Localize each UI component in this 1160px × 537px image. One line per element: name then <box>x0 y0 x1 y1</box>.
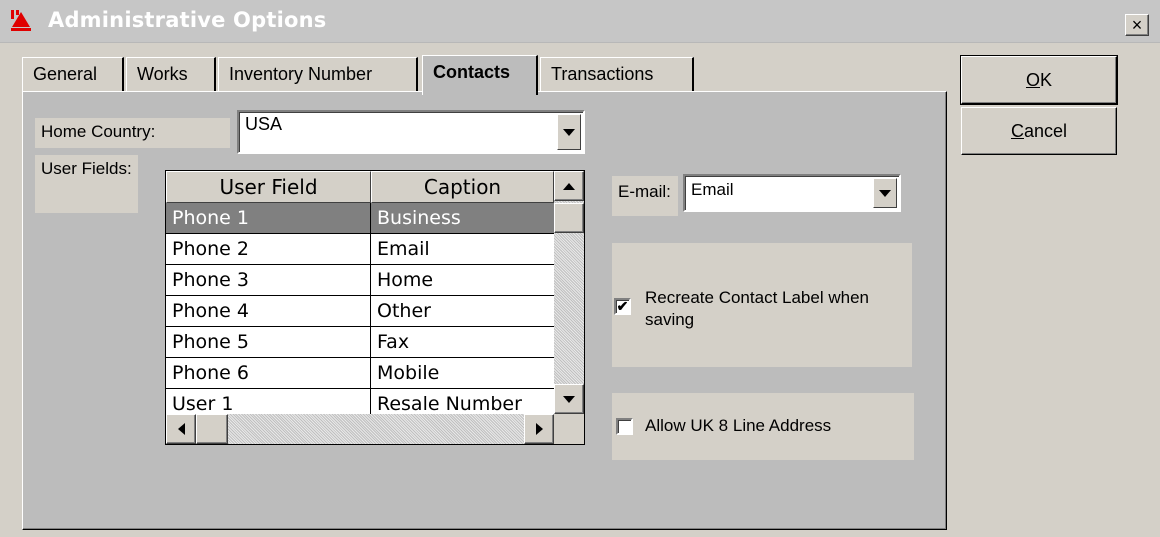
window-title: Administrative Options <box>48 8 327 32</box>
tab-works[interactable]: Works <box>126 57 216 93</box>
tab-inventory-number[interactable]: Inventory Number <box>218 57 418 93</box>
admin-options-window: Administrative Options × General Works I… <box>0 0 1160 537</box>
table-row[interactable]: Phone 2 Email <box>166 234 554 265</box>
close-icon: × <box>1131 14 1143 35</box>
email-select[interactable]: Email <box>683 174 901 212</box>
arrow-left-icon <box>177 423 185 435</box>
home-country-label: Home Country: <box>35 118 230 148</box>
recreate-label-group: ✔ Recreate Contact Label when saving <box>612 243 912 367</box>
column-header-caption[interactable]: Caption <box>371 171 554 203</box>
user-fields-label: User Fields: <box>35 155 138 213</box>
arrow-right-icon <box>535 423 543 435</box>
table-row[interactable]: Phone 6 Mobile <box>166 358 554 389</box>
close-button[interactable]: × <box>1125 14 1149 36</box>
uk-address-checkbox[interactable] <box>616 418 633 435</box>
cancel-button[interactable]: Cancel <box>961 107 1117 155</box>
table-row[interactable]: Phone 4 Other <box>166 296 554 327</box>
home-country-value: USA <box>245 114 283 134</box>
title-bar: Administrative Options × <box>0 0 1160 43</box>
recreate-label-checkbox[interactable]: ✔ <box>614 298 631 315</box>
vertical-scrollbar[interactable] <box>554 171 584 414</box>
table-row[interactable]: Phone 1 Business <box>166 203 554 234</box>
chevron-down-icon <box>879 189 891 197</box>
chevron-down-icon <box>563 128 575 136</box>
user-fields-grid[interactable]: User Field Caption Phone 1 Business Phon… <box>165 170 585 445</box>
recreate-label-text: Recreate Contact Label when saving <box>645 288 869 329</box>
horizontal-scrollbar[interactable] <box>166 414 554 444</box>
table-row[interactable]: Phone 3 Home <box>166 265 554 296</box>
email-label: E-mail: <box>612 176 678 216</box>
home-country-dropdown-button[interactable] <box>557 114 581 150</box>
table-row[interactable]: Phone 5 Fax <box>166 327 554 358</box>
vertical-scroll-thumb[interactable] <box>554 203 584 233</box>
scroll-right-button[interactable] <box>524 414 554 444</box>
scroll-up-button[interactable] <box>554 171 584 201</box>
uk-address-group: Allow UK 8 Line Address <box>612 393 914 460</box>
arrow-up-icon <box>563 182 575 190</box>
scroll-left-button[interactable] <box>166 414 196 444</box>
home-country-select[interactable]: USA <box>237 110 585 154</box>
tab-general[interactable]: General <box>22 57 124 93</box>
scrollbar-corner <box>554 414 584 444</box>
tab-contacts[interactable]: Contacts <box>422 55 538 95</box>
ok-button[interactable]: OK <box>960 55 1118 105</box>
horizontal-scroll-thumb[interactable] <box>196 414 228 444</box>
email-value: Email <box>691 180 734 199</box>
arrow-down-icon <box>563 395 575 403</box>
app-logo-icon <box>11 10 31 31</box>
uk-address-text: Allow UK 8 Line Address <box>645 416 832 435</box>
scroll-down-button[interactable] <box>554 384 584 414</box>
column-header-user-field[interactable]: User Field <box>166 171 371 203</box>
email-dropdown-button[interactable] <box>873 178 897 208</box>
tab-transactions[interactable]: Transactions <box>540 57 694 93</box>
